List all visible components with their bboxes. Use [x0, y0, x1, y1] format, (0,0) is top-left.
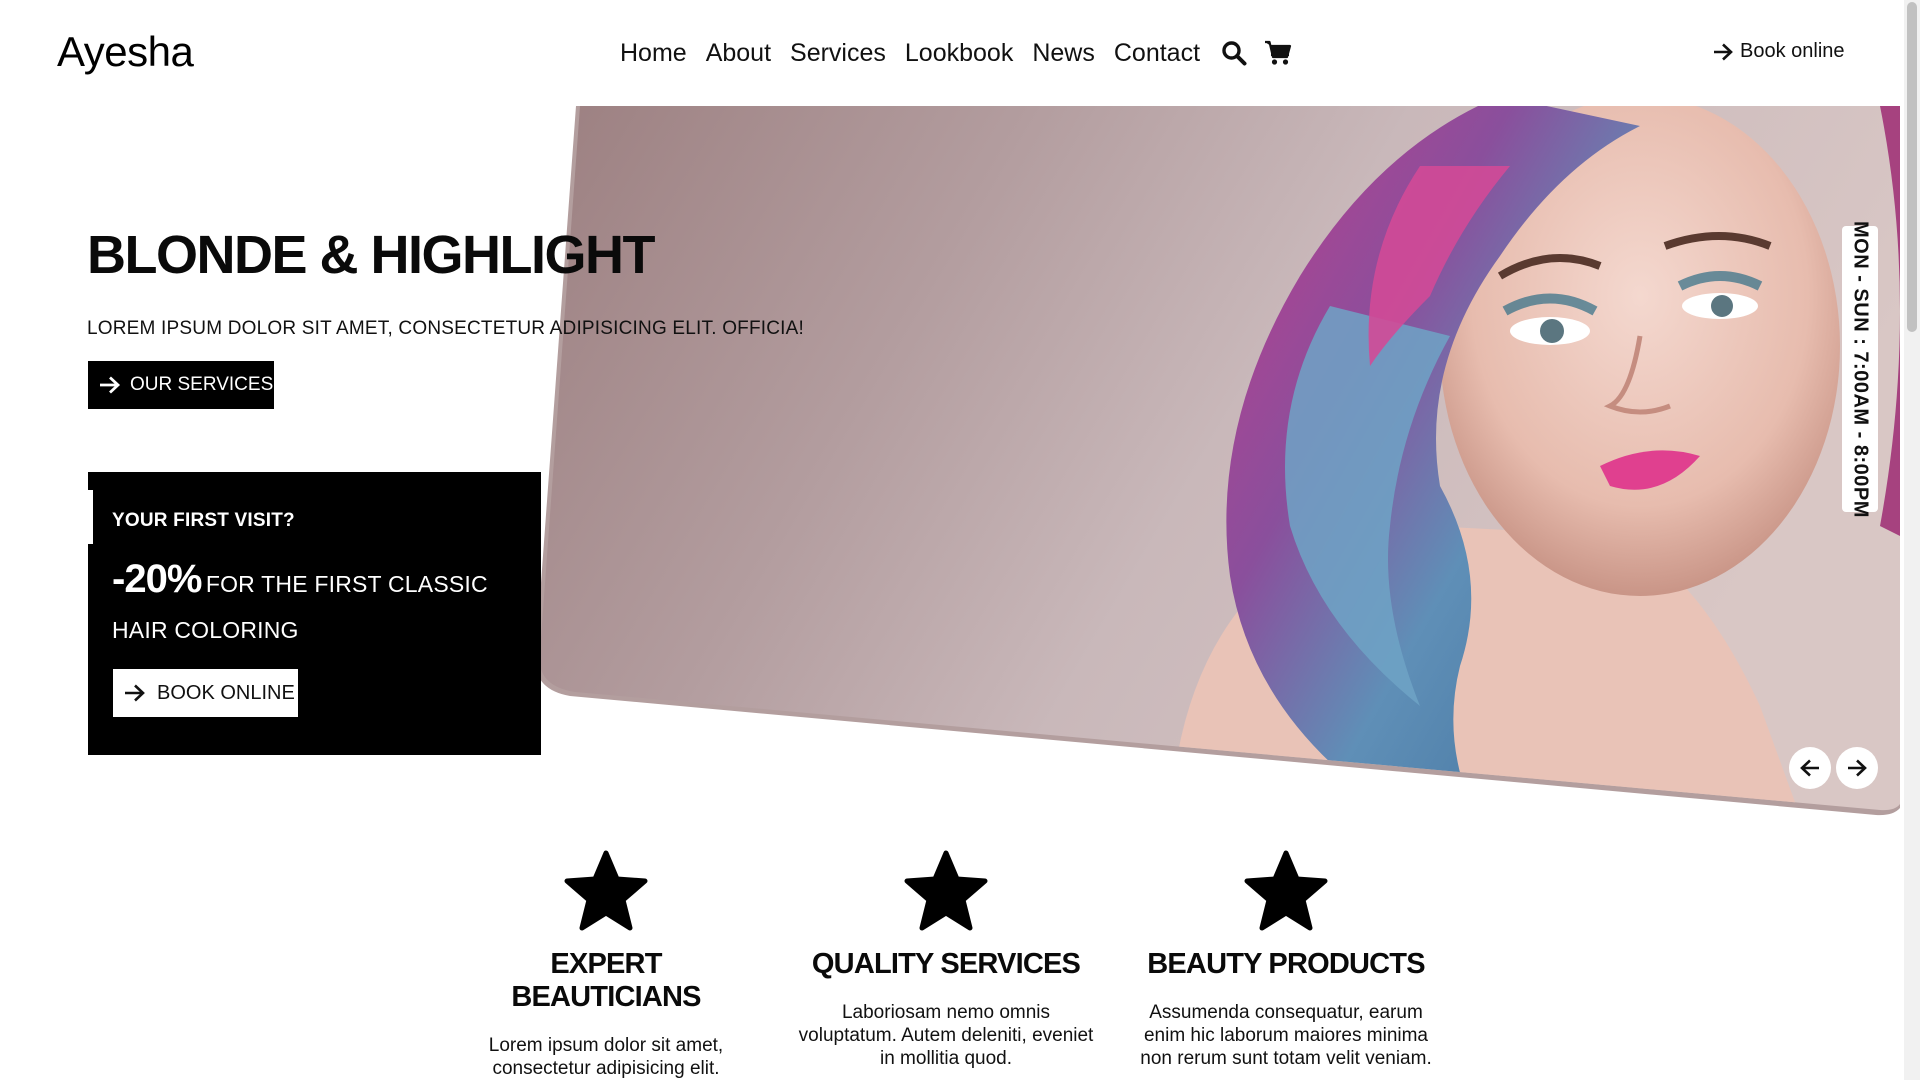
- arrow-right-icon: [100, 376, 121, 394]
- nav-services[interactable]: Services: [790, 39, 886, 68]
- first-visit-promo: YOUR FIRST VISIT? -20% FOR THE FIRST CLA…: [88, 472, 541, 755]
- slider-next-button[interactable]: [1836, 747, 1878, 789]
- feature-title: QUALITY SERVICES: [811, 948, 1081, 980]
- feature-text: Lorem ipsum dolor sit amet, consectetur …: [488, 1035, 724, 1079]
- book-online-link[interactable]: Book online: [1712, 40, 1845, 63]
- book-online-button[interactable]: BOOK ONLINE: [113, 669, 298, 717]
- promo-discount: -20%: [112, 557, 202, 601]
- nav-contact[interactable]: Contact: [1114, 39, 1200, 68]
- nav-lookbook[interactable]: Lookbook: [905, 39, 1013, 68]
- arrow-right-icon: [1714, 43, 1733, 60]
- feature-title: EXPERT BEAUTICIANS: [511, 948, 701, 1013]
- our-services-button[interactable]: OUR SERVICES: [88, 361, 274, 409]
- hero-subtitle: LOREM IPSUM DOLOR SIT AMET, CONSECTETUR …: [87, 318, 805, 339]
- arrow-left-icon: [1800, 759, 1819, 777]
- our-services-label: OUR SERVICES: [130, 374, 274, 395]
- search-icon[interactable]: [1219, 38, 1249, 68]
- nav-news[interactable]: News: [1032, 39, 1095, 68]
- nav-about[interactable]: About: [706, 39, 771, 68]
- star-icon: [904, 850, 988, 931]
- feature-quality-services: QUALITY SERVICES Laboriosam nemo omnis v…: [796, 850, 1096, 1070]
- star-icon: [564, 850, 648, 931]
- arrow-right-icon: [125, 684, 145, 702]
- scrollbar-thumb[interactable]: [1907, 2, 1917, 332]
- site-logo[interactable]: Ayesha: [57, 28, 194, 76]
- cart-icon[interactable]: [1263, 38, 1293, 68]
- site-header: Ayesha Home About Services Lookbook News…: [0, 0, 1900, 106]
- star-icon: [1244, 850, 1328, 931]
- main-nav: Home About Services Lookbook News Contac…: [620, 38, 1307, 68]
- hero-title: BLONDE & HIGHLIGHT: [87, 225, 655, 285]
- opening-hours-text: MON - SUN : 7:00AM - 8:00PM: [1849, 220, 1872, 518]
- arrow-right-icon: [1848, 759, 1867, 777]
- slider-prev-button[interactable]: [1789, 747, 1831, 789]
- nav-home[interactable]: Home: [620, 39, 687, 68]
- page-scrollbar[interactable]: [1904, 0, 1920, 1080]
- opening-hours-badge: MON - SUN : 7:00AM - 8:00PM: [1842, 221, 1878, 517]
- book-online-button-label: BOOK ONLINE: [157, 681, 295, 704]
- feature-title: BEAUTY PRODUCTS: [1147, 948, 1425, 980]
- feature-text: Laboriosam nemo omnis voluptatum. Autem …: [798, 1002, 1094, 1069]
- feature-expert-beauticians: EXPERT BEAUTICIANS Lorem ipsum dolor sit…: [456, 850, 756, 1080]
- book-online-label: Book online: [1740, 40, 1845, 62]
- promo-accent-notch: [88, 490, 93, 544]
- promo-question: YOUR FIRST VISIT?: [112, 510, 295, 531]
- promo-offer: -20% FOR THE FIRST CLASSIC HAIR COLORING: [112, 558, 522, 655]
- feature-beauty-products: BEAUTY PRODUCTS Assumenda consequatur, e…: [1136, 850, 1436, 1070]
- feature-text: Assumenda consequatur, earum enim hic la…: [1140, 1002, 1432, 1069]
